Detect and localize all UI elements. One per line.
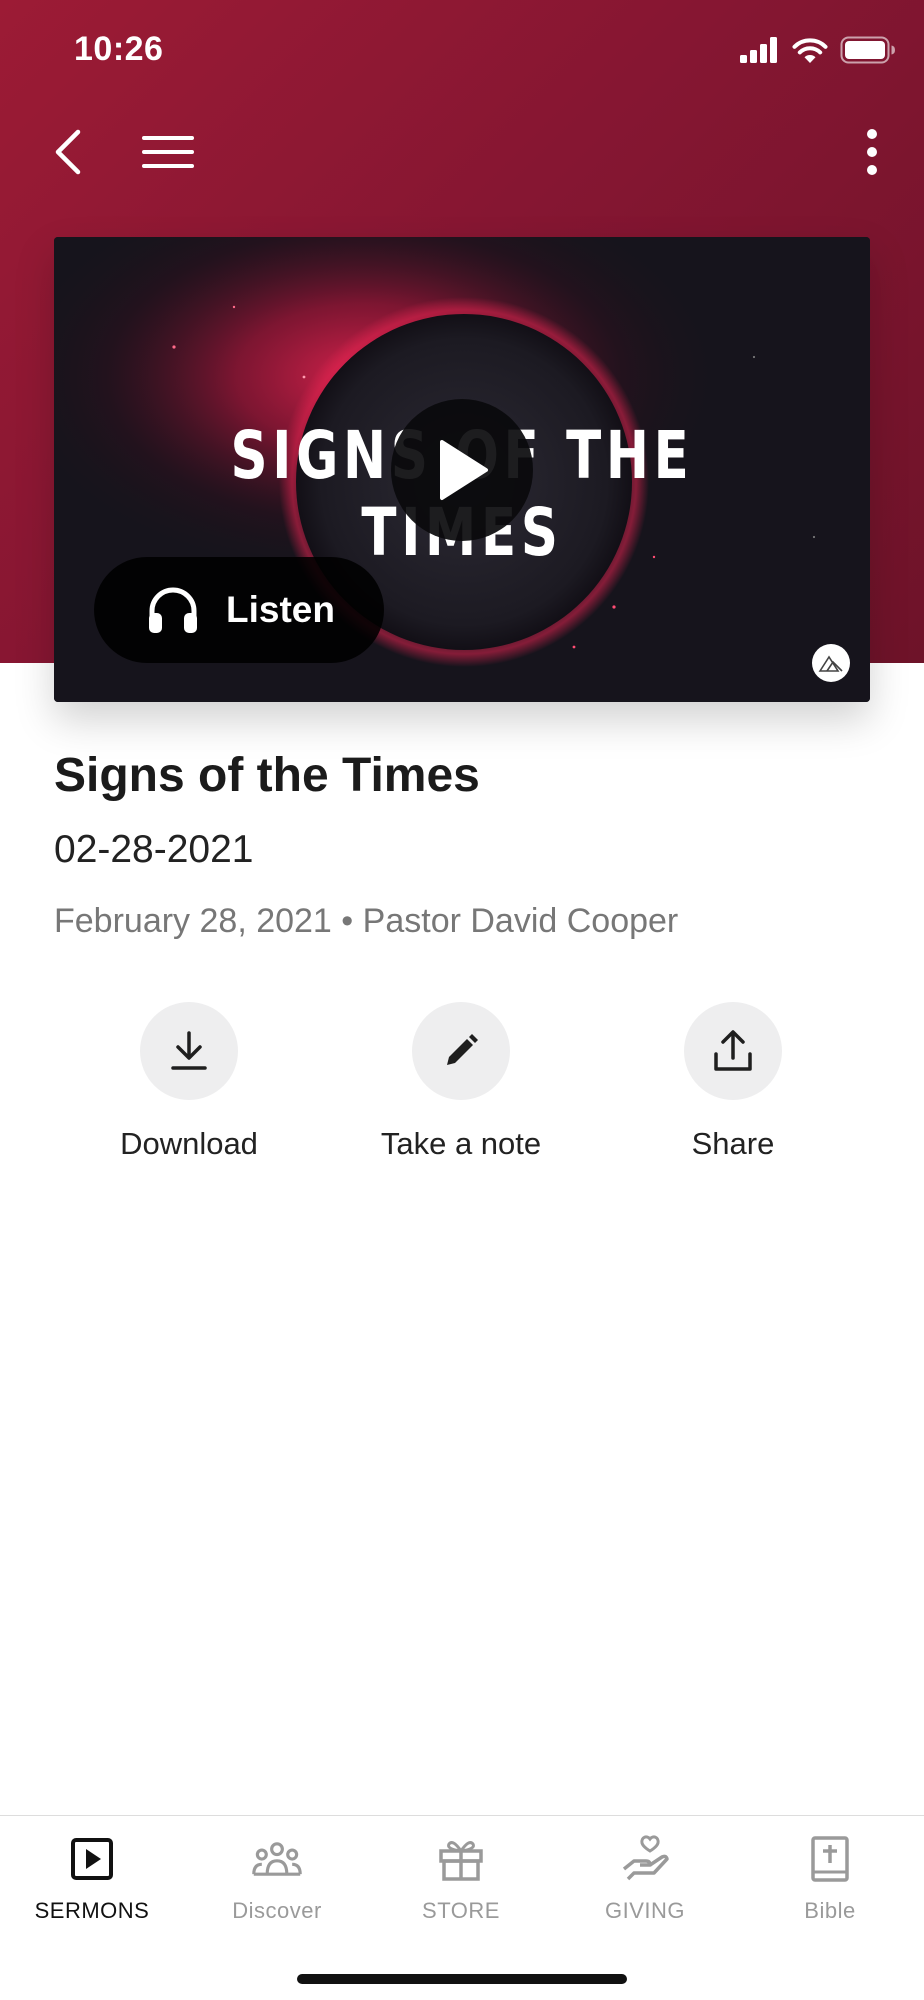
sermon-subtitle: 02-28-2021 [54, 828, 254, 871]
tab-sermons-label: SERMONS [34, 1898, 150, 1923]
status-bar: 10:26 [0, 0, 924, 100]
listen-button[interactable]: Listen [94, 557, 384, 663]
sermon-meta: February 28, 2021 • Pastor David Cooper [54, 902, 678, 941]
share-button[interactable]: Share [613, 1002, 853, 1162]
sermon-actions: Download Take a note Share [0, 1002, 924, 1172]
more-vertical-icon [867, 129, 877, 175]
chevron-left-icon [55, 129, 81, 175]
sermon-title: Signs of the Times [54, 749, 480, 802]
menu-button[interactable] [136, 120, 200, 184]
more-options-button[interactable] [840, 120, 904, 184]
tab-discover-label: Discover [232, 1898, 322, 1923]
meta-separator: • [341, 902, 354, 940]
sermon-date: February 28, 2021 [54, 902, 332, 940]
people-icon [252, 1834, 302, 1884]
gift-icon [436, 1834, 486, 1884]
take-note-label: Take a note [380, 1126, 542, 1161]
sermon-video-player[interactable]: SIGNS OF THE TIMES Listen [54, 237, 870, 702]
pencil-icon [412, 1002, 510, 1100]
status-time: 10:26 [74, 30, 164, 68]
download-button[interactable]: Download [69, 1002, 309, 1162]
bottom-tab-bar: SERMONS Discover STORE GIVING Bible [0, 1815, 924, 1946]
share-icon [684, 1002, 782, 1100]
download-label: Download [120, 1126, 258, 1161]
status-icons [740, 36, 896, 64]
tab-giving[interactable]: GIVING [553, 1834, 737, 1924]
home-indicator [297, 1974, 627, 1984]
tab-bible-label: Bible [804, 1898, 856, 1923]
tab-bible[interactable]: Bible [738, 1834, 922, 1924]
headphones-icon [146, 583, 200, 637]
tab-giving-label: GIVING [604, 1898, 685, 1923]
tab-discover[interactable]: Discover [185, 1834, 369, 1924]
hamburger-menu-icon [142, 136, 194, 168]
cellular-signal-icon [740, 37, 777, 63]
play-icon [440, 440, 488, 500]
download-icon [140, 1002, 238, 1100]
bible-icon [805, 1834, 855, 1884]
share-label: Share [691, 1126, 775, 1161]
tab-sermons[interactable]: SERMONS [0, 1834, 184, 1924]
play-square-icon [67, 1834, 117, 1884]
play-button[interactable] [391, 399, 533, 541]
giving-hand-icon [620, 1834, 670, 1884]
tab-store-label: STORE [422, 1898, 500, 1923]
listen-label: Listen [226, 589, 335, 630]
church-logo-icon [812, 644, 850, 682]
take-note-button[interactable]: Take a note [341, 1002, 581, 1162]
tab-store[interactable]: STORE [369, 1834, 553, 1924]
top-navigation [0, 110, 924, 190]
wifi-icon [792, 37, 828, 63]
battery-icon [840, 36, 895, 64]
back-button[interactable] [36, 120, 100, 184]
sermon-speaker: Pastor David Cooper [362, 902, 679, 940]
